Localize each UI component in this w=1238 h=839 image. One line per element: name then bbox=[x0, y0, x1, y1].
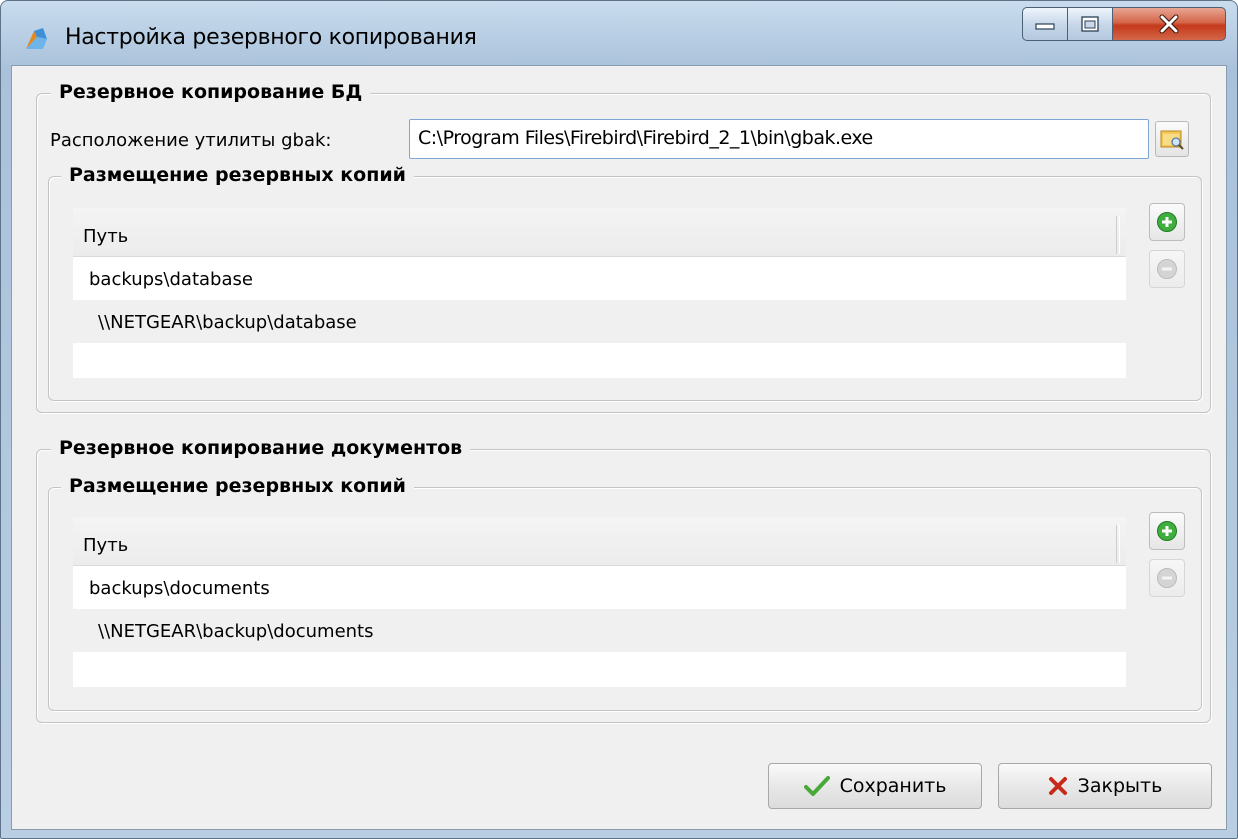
browse-icon bbox=[1160, 130, 1184, 150]
minimize-icon bbox=[1035, 23, 1055, 30]
window-title: Настройка резервного копирования bbox=[65, 25, 477, 50]
checkmark-icon bbox=[803, 776, 830, 796]
column-header-path: Путь bbox=[83, 226, 129, 247]
doc-table-header: Путь bbox=[73, 517, 1126, 566]
add-icon bbox=[1157, 212, 1177, 232]
doc-add-location-button[interactable] bbox=[1149, 512, 1185, 550]
maximize-button[interactable] bbox=[1067, 7, 1113, 41]
close-button-label: Закрыть bbox=[1077, 775, 1163, 797]
doc-backup-group: Резервное копирование документов Размеще… bbox=[36, 437, 1211, 723]
doc-remove-location-button[interactable] bbox=[1149, 559, 1185, 597]
remove-icon bbox=[1157, 568, 1177, 588]
doc-backup-legend: Резервное копирование документов bbox=[51, 437, 471, 459]
table-row[interactable]: backups\database bbox=[73, 257, 1126, 300]
browse-gbak-button[interactable] bbox=[1155, 121, 1189, 157]
gbak-path-input[interactable]: C:\Program Files\Firebird\Firebird_2_1\b… bbox=[409, 119, 1149, 159]
remove-icon bbox=[1157, 259, 1177, 279]
table-row-empty[interactable] bbox=[73, 343, 1126, 378]
db-locations-legend: Размещение резервных копий bbox=[61, 164, 414, 186]
column-separator bbox=[1116, 216, 1120, 254]
db-remove-location-button[interactable] bbox=[1149, 250, 1185, 288]
add-icon bbox=[1157, 521, 1177, 541]
db-table-header: Путь bbox=[73, 208, 1126, 257]
db-backup-group: Резервное копирование БД Расположение ут… bbox=[36, 81, 1211, 413]
table-row[interactable]: \\NETGEAR\backup\database bbox=[73, 300, 1126, 343]
minimize-button[interactable] bbox=[1022, 7, 1068, 41]
close-button[interactable]: Закрыть bbox=[998, 763, 1212, 809]
db-locations-table: Путь backups\database \\NETGEAR\backup\d… bbox=[73, 208, 1126, 378]
close-icon bbox=[1159, 14, 1179, 34]
settings-window: Настройка резервного копирования Резервн… bbox=[0, 0, 1238, 839]
save-button-label: Сохранить bbox=[839, 775, 947, 797]
column-separator bbox=[1116, 525, 1120, 563]
table-row-empty[interactable] bbox=[73, 652, 1126, 687]
backup-app-icon bbox=[26, 28, 47, 49]
db-add-location-button[interactable] bbox=[1149, 203, 1185, 241]
doc-locations-legend: Размещение резервных копий bbox=[61, 475, 414, 497]
doc-locations-table: Путь backups\documents \\NETGEAR\backup\… bbox=[73, 517, 1126, 687]
title-bar[interactable]: Настройка резервного копирования bbox=[1, 1, 1237, 65]
gbak-path-label: Расположение утилиты gbak: bbox=[50, 130, 332, 151]
save-button[interactable]: Сохранить bbox=[768, 763, 982, 809]
close-x-icon bbox=[1048, 777, 1067, 795]
table-row[interactable]: \\NETGEAR\backup\documents bbox=[73, 609, 1126, 652]
maximize-icon bbox=[1081, 16, 1099, 32]
db-locations-group: Размещение резервных копий Путь backups\… bbox=[48, 164, 1202, 401]
close-window-button[interactable] bbox=[1112, 7, 1226, 41]
table-row[interactable]: backups\documents bbox=[73, 566, 1126, 609]
doc-locations-group: Размещение резервных копий Путь backups\… bbox=[48, 475, 1202, 711]
dialog-body: Резервное копирование БД Расположение ут… bbox=[11, 65, 1227, 830]
column-header-path: Путь bbox=[83, 535, 129, 556]
db-backup-legend: Резервное копирование БД bbox=[51, 81, 371, 103]
